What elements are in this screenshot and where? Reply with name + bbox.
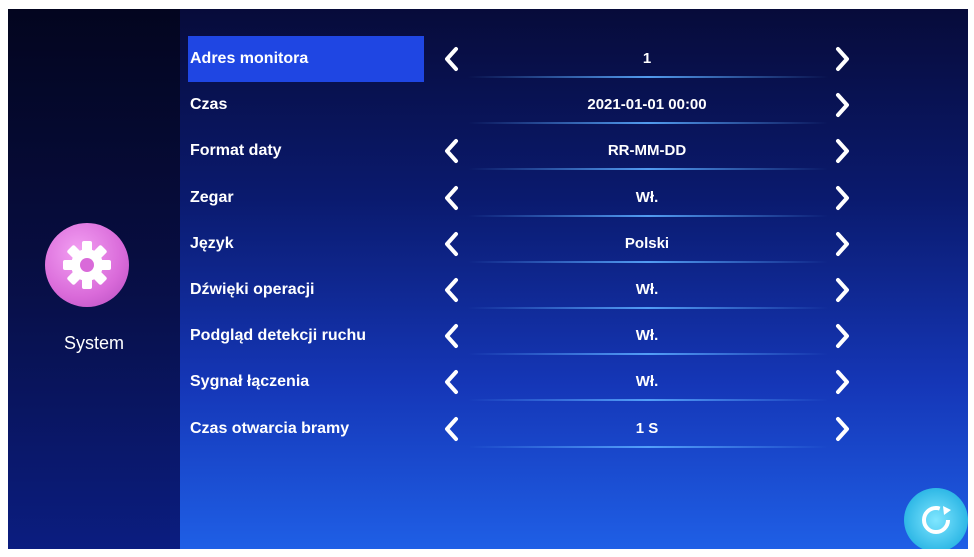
refresh-icon <box>922 506 951 534</box>
setting-row[interactable]: Adres monitora 1 <box>182 36 882 82</box>
value-underline <box>468 445 828 448</box>
value-underline <box>468 168 828 171</box>
chevron-left-icon[interactable] <box>440 406 464 452</box>
setting-row[interactable]: Zegar Wł. <box>182 175 882 221</box>
setting-label[interactable]: Zegar <box>188 175 424 221</box>
value-underline <box>468 122 828 125</box>
chevron-right-icon[interactable] <box>830 128 854 174</box>
chevron-left-icon[interactable] <box>440 313 464 359</box>
chevron-right-icon[interactable] <box>830 175 854 221</box>
setting-row[interactable]: Podgląd detekcji ruchu Wł. <box>182 313 882 359</box>
chevron-left-icon[interactable] <box>440 359 464 405</box>
setting-label[interactable]: Adres monitora <box>188 36 424 82</box>
chevron-right-icon[interactable] <box>830 82 854 128</box>
system-button[interactable] <box>45 223 129 307</box>
chevron-right-icon[interactable] <box>830 221 854 267</box>
chevron-right-icon[interactable] <box>830 267 854 313</box>
device-screen: System Adres monitora 1 Czas 2021-01-01 00:… <box>8 9 968 549</box>
gear-icon <box>63 241 111 289</box>
setting-label[interactable]: Dźwięki operacji <box>188 267 424 313</box>
setting-label[interactable]: Język <box>188 221 424 267</box>
sidebar: System <box>8 9 180 549</box>
sidebar-section-label: System <box>63 333 124 353</box>
value-underline <box>468 399 828 402</box>
value-underline <box>468 76 828 78</box>
setting-row[interactable]: Dźwięki operacji Wł. <box>182 267 882 313</box>
setting-row[interactable]: Czas otwarcia bramy 1 S <box>182 406 882 452</box>
setting-row[interactable]: Język Polski <box>182 221 882 267</box>
setting-label[interactable]: Czas otwarcia bramy <box>188 406 424 452</box>
chevron-right-icon[interactable] <box>830 406 854 452</box>
chevron-right-icon[interactable] <box>830 36 854 82</box>
value-underline <box>468 353 828 356</box>
chevron-right-icon[interactable] <box>830 359 854 405</box>
setting-label[interactable]: Podgląd detekcji ruchu <box>188 313 424 359</box>
value-underline <box>468 260 828 263</box>
chevron-left-icon[interactable] <box>440 128 464 174</box>
refresh-button[interactable] <box>904 488 968 549</box>
chevron-left-icon[interactable] <box>440 36 464 82</box>
chevron-left-icon[interactable] <box>440 267 464 313</box>
setting-row[interactable]: Czas 2021-01-01 00:00 <box>182 82 882 128</box>
setting-label[interactable]: Sygnał łączenia <box>188 359 424 405</box>
chevron-left-icon[interactable] <box>440 221 464 267</box>
value-underline <box>468 306 828 309</box>
chevron-right-icon[interactable] <box>830 313 854 359</box>
setting-row[interactable]: Format daty RR-MM-DD <box>182 128 882 174</box>
value-underline <box>468 214 828 217</box>
settings-list: Adres monitora 1 Czas 2021-01-01 00:00 Forma… <box>182 36 882 452</box>
setting-label[interactable]: Format daty <box>188 128 424 174</box>
setting-label[interactable]: Czas <box>188 82 424 128</box>
chevron-left-icon[interactable] <box>440 175 464 221</box>
setting-row[interactable]: Sygnał łączenia Wł. <box>182 359 882 405</box>
